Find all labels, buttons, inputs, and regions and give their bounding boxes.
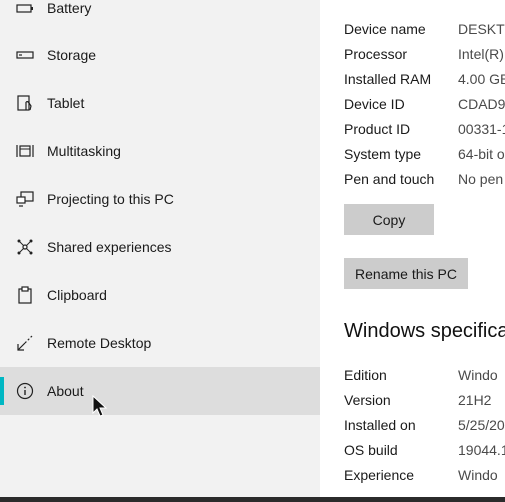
spec-label: Edition bbox=[344, 367, 387, 383]
spec-label: Installed on bbox=[344, 417, 416, 433]
sidebar-item-multitasking[interactable]: Multitasking bbox=[0, 127, 320, 175]
spec-value: 21H2 bbox=[458, 392, 492, 408]
battery-icon bbox=[16, 0, 34, 17]
taskbar-edge bbox=[0, 497, 505, 502]
sidebar-item-tablet[interactable]: Tablet bbox=[0, 79, 320, 127]
sidebar-item-storage[interactable]: Storage bbox=[0, 31, 320, 79]
remote-desktop-icon bbox=[16, 334, 34, 352]
spec-label: Installed RAM bbox=[344, 71, 432, 87]
spec-value: 64-bit o bbox=[458, 146, 505, 162]
spec-value: 5/25/20 bbox=[458, 417, 505, 433]
about-content: Device name DESKTO Processor Intel(R) In… bbox=[320, 0, 505, 497]
spec-label: Processor bbox=[344, 46, 408, 62]
spec-label: Experience bbox=[344, 467, 415, 483]
tablet-icon bbox=[16, 94, 34, 112]
sidebar-item-label: Projecting to this PC bbox=[47, 191, 174, 207]
spec-value: 19044.1 bbox=[458, 442, 505, 458]
spec-label: Pen and touch bbox=[344, 171, 435, 187]
spec-label: Device ID bbox=[344, 96, 405, 112]
copy-button[interactable]: Copy bbox=[344, 204, 434, 235]
sidebar-item-label: Storage bbox=[47, 47, 97, 63]
selected-indicator bbox=[0, 377, 4, 405]
windows-specifications-heading: Windows specifica bbox=[344, 320, 505, 342]
spec-value: 00331-1 bbox=[458, 121, 505, 137]
spec-value: DESKTO bbox=[458, 21, 505, 37]
sidebar: Battery Storage Tablet Multitasking Proj bbox=[0, 0, 320, 497]
rename-pc-button[interactable]: Rename this PC bbox=[344, 258, 468, 289]
sidebar-item-label: Multitasking bbox=[47, 143, 121, 159]
info-icon bbox=[16, 382, 34, 400]
sidebar-item-label: Tablet bbox=[47, 95, 85, 111]
spec-label: Version bbox=[344, 392, 391, 408]
spec-value: No pen bbox=[458, 171, 504, 187]
spec-value: CDAD9A bbox=[458, 96, 505, 112]
spec-label: Device name bbox=[344, 21, 426, 37]
sidebar-item-about[interactable]: About bbox=[0, 367, 320, 415]
clipboard-icon bbox=[16, 286, 34, 304]
sidebar-item-clipboard[interactable]: Clipboard bbox=[0, 271, 320, 319]
storage-icon bbox=[16, 46, 34, 64]
mouse-cursor-icon bbox=[92, 395, 108, 417]
sidebar-item-projecting[interactable]: Projecting to this PC bbox=[0, 175, 320, 223]
multitasking-icon bbox=[16, 142, 34, 160]
sidebar-item-label: Shared experiences bbox=[47, 239, 172, 255]
spec-value: Intel(R) bbox=[458, 46, 504, 62]
sidebar-item-battery[interactable]: Battery bbox=[0, 0, 320, 32]
shared-experiences-icon bbox=[16, 238, 34, 256]
spec-value: Windo bbox=[458, 367, 498, 383]
sidebar-item-shared-experiences[interactable]: Shared experiences bbox=[0, 223, 320, 271]
spec-label: Product ID bbox=[344, 121, 411, 137]
spec-value: Windo bbox=[458, 467, 498, 483]
settings-window: Battery Storage Tablet Multitasking Proj bbox=[0, 0, 505, 502]
sidebar-item-remote-desktop[interactable]: Remote Desktop bbox=[0, 319, 320, 367]
spec-label: OS build bbox=[344, 442, 398, 458]
sidebar-item-label: Remote Desktop bbox=[47, 335, 152, 351]
sidebar-item-label: Clipboard bbox=[47, 287, 107, 303]
sidebar-item-label: About bbox=[47, 383, 84, 399]
spec-label: System type bbox=[344, 146, 422, 162]
sidebar-item-label: Battery bbox=[47, 0, 92, 16]
projecting-icon bbox=[16, 190, 34, 208]
spec-value: 4.00 GB bbox=[458, 71, 505, 87]
